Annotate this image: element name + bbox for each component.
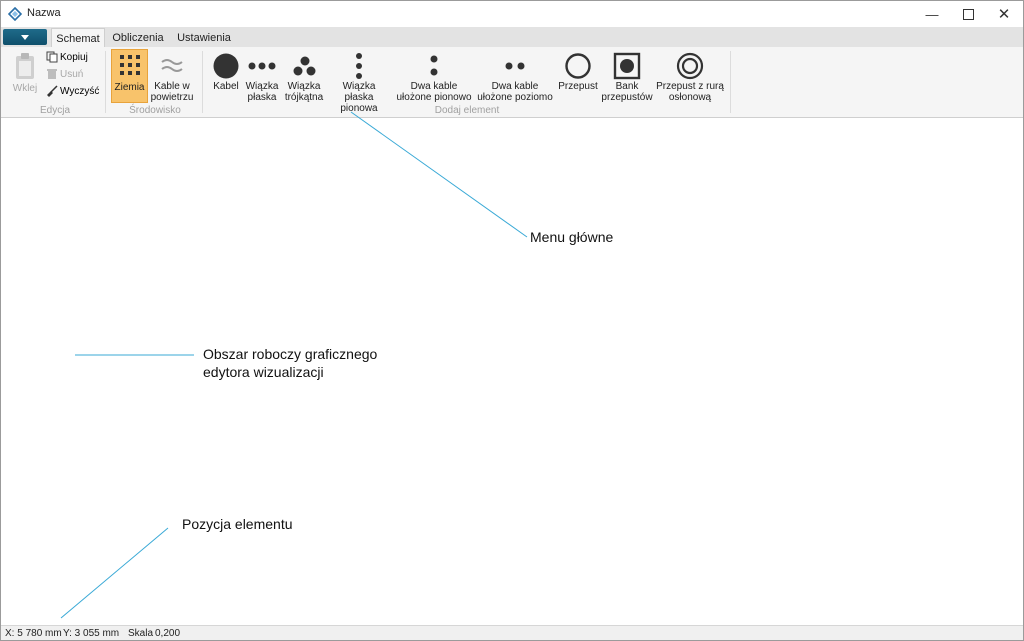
status-y: Y: 3 055 mm xyxy=(63,628,120,639)
status-scale-label: Skala xyxy=(128,628,154,639)
status-scale-value: 0,200 xyxy=(155,628,181,639)
status-bar: X: 5 780 mm Y: 3 055 mm Skala 0,200 xyxy=(1,625,1023,640)
status-x: X: 5 780 mm xyxy=(5,628,62,639)
annotation-workspace-line1: Obszar roboczy graficznego xyxy=(203,346,378,362)
annotation-lines xyxy=(60,111,528,619)
menu-leader-line xyxy=(350,111,528,238)
position-leader-line xyxy=(60,527,169,619)
annotation-menu: Menu główne xyxy=(530,229,614,245)
application-window: Nazwa — ✕ Schemat Obliczenia Ustawienia … xyxy=(0,0,1024,641)
annotation-position: Pozycja elementu xyxy=(182,516,293,532)
annotation-workspace-line2: edytora wizualizacji xyxy=(203,364,324,380)
